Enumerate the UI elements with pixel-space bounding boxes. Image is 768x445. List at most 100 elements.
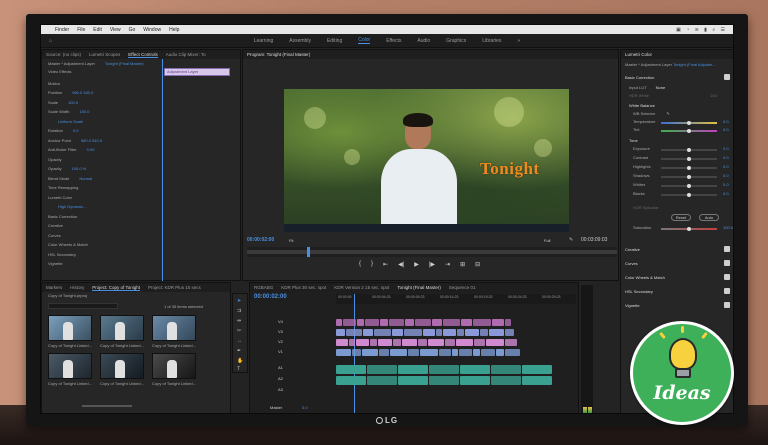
audio-clip[interactable] (460, 376, 490, 385)
tab-history[interactable]: History (70, 285, 84, 290)
tab-project-kdr[interactable]: Project: KDR Plus 10 secs (148, 285, 201, 290)
video-clip[interactable] (461, 319, 472, 326)
audio-clip[interactable] (367, 376, 397, 385)
temperature-knob[interactable] (687, 121, 691, 125)
effect-row[interactable]: Position 960.0 540.0 (42, 90, 160, 96)
audio-track-label[interactable]: A1 (278, 365, 283, 370)
track-select-tool-icon[interactable]: ⇉ (237, 308, 241, 314)
more-icon[interactable]: » (517, 38, 520, 44)
video-clip[interactable] (505, 319, 511, 326)
tone-slider[interactable] (661, 184, 717, 188)
tint-slider[interactable] (661, 129, 717, 133)
video-clip[interactable] (336, 329, 345, 336)
video-clip[interactable] (423, 329, 435, 336)
audio-clip[interactable] (336, 365, 366, 374)
hand-tool-icon[interactable]: ✋ (237, 358, 243, 364)
effect-row[interactable]: Basic Correction (42, 213, 160, 219)
effect-row[interactable]: Curves (42, 232, 160, 238)
mark-out-button[interactable]: } (371, 261, 373, 268)
home-icon[interactable]: ⌂ (49, 38, 52, 44)
audio-clip[interactable] (491, 376, 521, 385)
tab-project-copy[interactable]: Project: Copy of Tonight (92, 285, 140, 291)
thumb-4[interactable] (48, 353, 92, 379)
video-clip[interactable] (404, 329, 422, 336)
video-clip[interactable] (343, 319, 356, 326)
effect-row[interactable]: Lumetri Color (42, 194, 160, 200)
project-search-input[interactable] (48, 303, 118, 309)
effect-row-value[interactable]: High Dynamic... (58, 204, 86, 209)
video-clip[interactable] (389, 319, 404, 326)
clip-bar[interactable]: Adjustment Layer (164, 68, 230, 76)
wrench-icon[interactable]: ✎ (569, 237, 573, 243)
effect-row[interactable]: Scale 100.0 (42, 99, 160, 105)
type-tool-icon[interactable]: T (237, 366, 240, 372)
video-clip[interactable] (452, 349, 458, 356)
lumetri-section-header[interactable]: Creative (625, 247, 640, 252)
lumetri-section-header[interactable]: Vignette (625, 303, 640, 308)
menu-window[interactable]: Window (143, 27, 161, 33)
go-to-out-button[interactable]: ⇥ (445, 261, 450, 268)
video-clip[interactable] (489, 329, 504, 336)
video-clip[interactable] (365, 319, 379, 326)
tone-slider[interactable] (661, 157, 717, 161)
video-clip[interactable] (492, 319, 504, 326)
video-clip[interactable] (473, 319, 491, 326)
effect-row[interactable]: Opacity 100.0 % (42, 166, 160, 172)
video-clip[interactable] (362, 349, 378, 356)
video-clip[interactable] (428, 339, 444, 346)
lumetri-section-header[interactable]: HSL Secondary (625, 289, 653, 294)
mark-in-button[interactable]: { (359, 261, 361, 268)
video-clip[interactable] (496, 349, 504, 356)
saturation-slider[interactable] (661, 227, 717, 231)
tone-value[interactable]: 0.0 (723, 155, 729, 160)
lumetri-section-checkbox[interactable] (724, 260, 730, 266)
full-select[interactable]: Full (544, 238, 550, 243)
basic-correction-checkbox[interactable] (724, 74, 730, 80)
tab-seq-kdr15[interactable]: KDR Version 2 15 sec. spot (334, 285, 389, 290)
tab-markers[interactable]: Markers (46, 285, 62, 290)
tint-knob[interactable] (687, 129, 691, 133)
effect-row-value[interactable]: 100.0 (79, 109, 89, 114)
tint-value[interactable]: 0.0 (723, 127, 729, 132)
workspace-effects[interactable]: Effects (386, 38, 401, 44)
slip-tool-icon[interactable]: ↔ (237, 338, 242, 344)
video-clip[interactable] (418, 339, 427, 346)
effect-row[interactable]: Time Remapping (42, 185, 160, 191)
menu-help[interactable]: Help (169, 27, 179, 33)
video-clip[interactable] (473, 349, 480, 356)
effect-row-value[interactable]: Uniform Scale (58, 119, 83, 124)
effect-row[interactable]: Color Wheels & Match (42, 242, 160, 248)
audio-clip[interactable] (522, 376, 552, 385)
fit-select[interactable]: Fit (289, 238, 293, 243)
video-clip[interactable] (363, 329, 373, 336)
effect-row-value[interactable]: 100.0 % (72, 166, 87, 171)
tab-program[interactable]: Program: Tonight (Final Master) (247, 52, 310, 57)
effect-row[interactable]: Opacity (42, 156, 160, 162)
program-viewer[interactable]: Tonight (284, 89, 569, 232)
program-timecode[interactable]: 00:00:02:00 (247, 237, 274, 243)
video-clip[interactable] (349, 339, 355, 346)
tone-slider-knob[interactable] (687, 175, 691, 179)
video-clip[interactable] (380, 319, 388, 326)
lumetri-sequence[interactable]: Tonight (Final Adjustm... (673, 62, 716, 67)
temperature-value[interactable]: 0.0 (723, 119, 729, 124)
temperature-slider[interactable] (661, 121, 717, 125)
thumb-2[interactable] (100, 315, 144, 341)
effect-row-value[interactable]: 0.00 (87, 147, 95, 152)
video-clip[interactable] (481, 349, 495, 356)
tone-slider-knob[interactable] (687, 157, 691, 161)
go-to-in-button[interactable]: ⇤ (383, 261, 388, 268)
tab-effect-controls[interactable]: Effect Controls (128, 52, 158, 58)
tone-slider[interactable] (661, 193, 717, 197)
video-clip[interactable] (392, 329, 403, 336)
effect-row-value[interactable]: 960.0 540.0 (81, 138, 102, 143)
effect-row[interactable]: Vignette (42, 261, 160, 267)
basic-correction-header[interactable]: Basic Correction (625, 75, 654, 80)
video-track-label[interactable]: V3 (278, 329, 283, 334)
tone-value[interactable]: 0.0 (723, 182, 729, 187)
effect-row[interactable]: Anchor Point 960.0 540.0 (42, 137, 160, 143)
tab-lumetri-color[interactable]: Lumetri Color (625, 52, 652, 57)
razor-tool-icon[interactable]: ✂ (237, 328, 241, 334)
video-clip[interactable] (402, 339, 417, 346)
tone-slider[interactable] (661, 166, 717, 170)
